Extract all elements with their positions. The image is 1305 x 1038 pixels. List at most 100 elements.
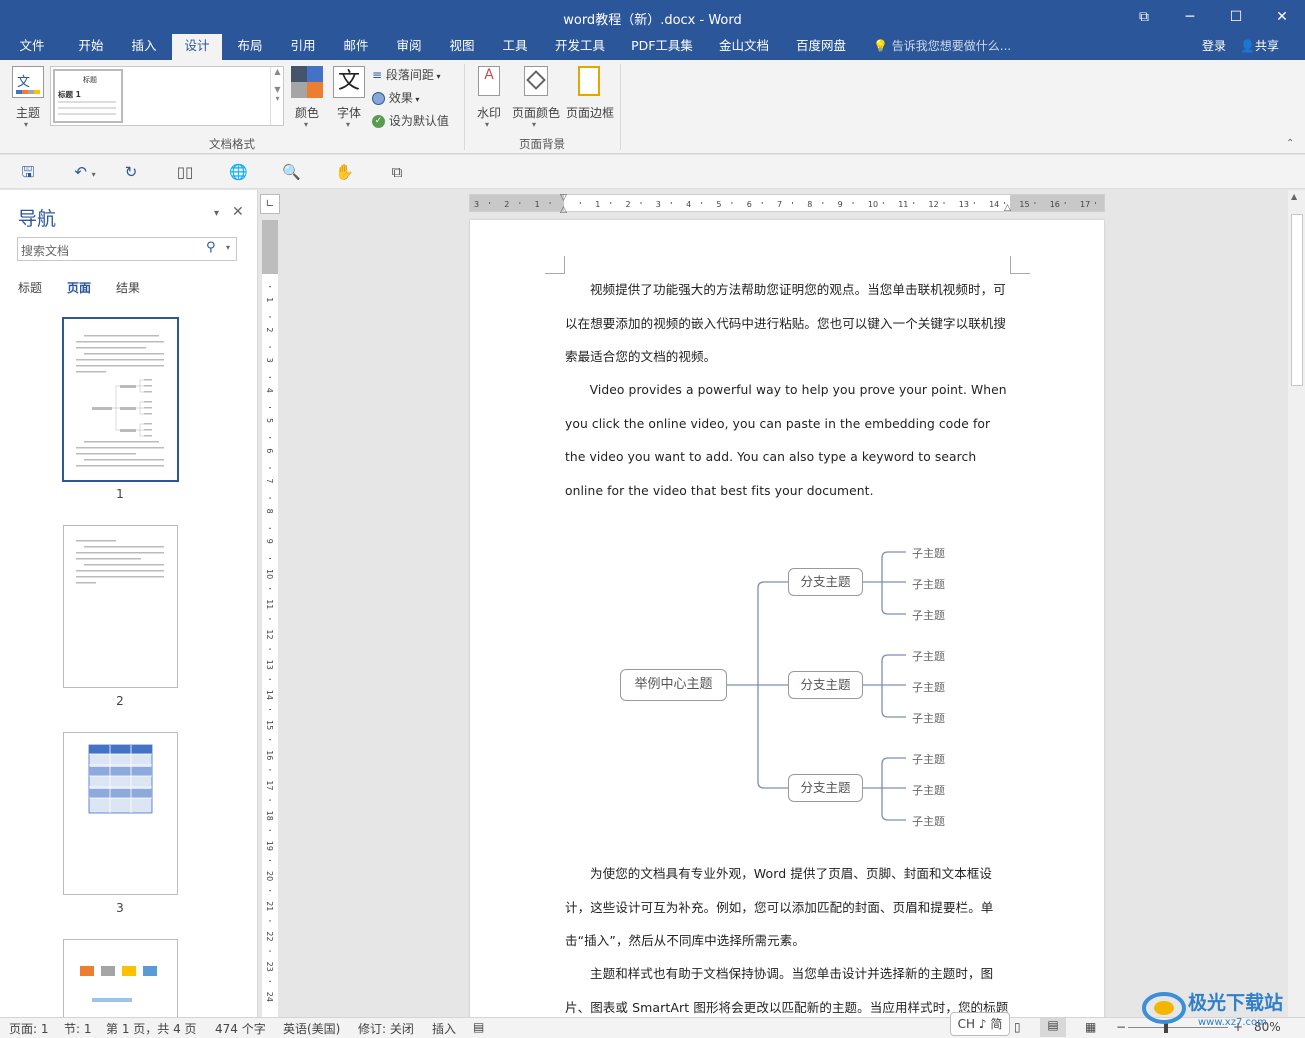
print-preview-icon[interactable]: 🔍 <box>282 163 301 181</box>
customize-icon[interactable]: ⧉ <box>388 163 406 181</box>
vertical-scrollbar[interactable]: ▲ <box>1288 190 1305 1017</box>
left-indent-marker[interactable]: △ <box>560 205 567 215</box>
ruler-tick <box>1095 202 1096 204</box>
svg-text:极光下载站: 极光下载站 <box>1188 991 1283 1014</box>
style-set-default[interactable]: 标题 标题 1 <box>53 69 123 123</box>
undo-icon[interactable]: ↶ ▾ <box>68 163 102 181</box>
page-thumbnail-1[interactable] <box>62 317 179 482</box>
nav-tab-results[interactable]: 结果 <box>116 279 140 296</box>
page-color-button[interactable]: 页面颜色 ▾ <box>510 66 562 129</box>
ruler-tick-label: 7 <box>777 200 782 209</box>
theme-icon: 文 <box>12 66 44 98</box>
mindmap-diagram[interactable]: 举例中心主题 分支主题 分支主题 分支主题 子主题 子主题 子主题 子主题 子主… <box>610 540 990 830</box>
search-input[interactable]: 搜索文档 ⚲ ▾ <box>17 237 237 261</box>
ruler-tick <box>269 407 271 408</box>
mindmap-leaf-node: 子主题 <box>912 712 945 725</box>
ruler-tick-label: 2 <box>265 327 274 332</box>
minimize-icon[interactable]: ─ <box>1167 0 1213 34</box>
tab-tools[interactable]: 工具 <box>491 34 539 60</box>
ruler-tick <box>882 202 884 204</box>
ribbon-display-icon[interactable]: ⧉ <box>1121 0 1167 34</box>
maximize-icon[interactable]: ☐ <box>1213 0 1259 34</box>
page-thumbnail-2[interactable] <box>63 525 178 688</box>
first-line-indent-marker[interactable]: ▽ <box>560 193 567 203</box>
tab-review[interactable]: 审阅 <box>385 34 433 60</box>
tab-kingsoft-docs[interactable]: 金山文档 <box>710 34 778 60</box>
tab-references[interactable]: 引用 <box>279 34 327 60</box>
page-thumbnail-4[interactable] <box>63 939 178 1017</box>
ruler-tick <box>269 346 271 348</box>
ruler-tick <box>269 467 271 469</box>
zoom-out-icon[interactable]: − <box>1116 1020 1126 1034</box>
login-link[interactable]: 登录 <box>1202 34 1226 58</box>
tab-home[interactable]: 开始 <box>66 34 116 60</box>
web-layout-view-icon[interactable]: ▦ <box>1085 1020 1096 1034</box>
status-track-changes[interactable]: 修订: 关闭 <box>358 1020 414 1037</box>
tab-design[interactable]: 设计 <box>172 34 222 60</box>
nav-tab-headings[interactable]: 标题 <box>18 279 42 296</box>
right-indent-marker[interactable]: △ <box>1004 203 1011 213</box>
ruler-tick-label: 4 <box>686 200 691 209</box>
status-insert-mode[interactable]: 插入 <box>432 1020 456 1037</box>
ime-indicator[interactable]: CH ♪ 简 <box>950 1012 1010 1036</box>
status-page-count[interactable]: 第 1 页，共 4 页 <box>106 1020 197 1037</box>
read-mode-view-icon[interactable]: ▯ <box>1014 1020 1021 1034</box>
status-word-count[interactable]: 474 个字 <box>215 1020 266 1037</box>
page-thumbnail-3[interactable] <box>63 732 178 895</box>
fonts-button[interactable]: 文 字体 ▾ <box>332 66 366 129</box>
page-border-button[interactable]: 页面边框 <box>564 66 616 126</box>
chevron-down-icon: ▾ <box>485 120 490 129</box>
web-layout-icon[interactable]: 🌐 <box>229 163 248 181</box>
print-layout-view-icon[interactable]: ▤ <box>1040 1018 1066 1037</box>
document-page[interactable]: 视频提供了功能强大的方法帮助您证明您的观点。当您单击联机视频时，可以在想要添加的… <box>470 220 1104 1020</box>
tab-view[interactable]: 视图 <box>438 34 486 60</box>
nav-options-icon[interactable]: ▾ <box>214 208 219 219</box>
tab-mailings[interactable]: 邮件 <box>332 34 380 60</box>
set-default-button[interactable]: ✓ 设为默认值 <box>372 112 449 132</box>
tell-me-box[interactable]: 💡 告诉我您想要做什么... <box>873 34 1011 60</box>
ruler-tick-label: 10 <box>868 200 878 209</box>
ruler-tick-label: 13 <box>959 200 969 209</box>
nav-tab-pages[interactable]: 页面 <box>67 279 91 296</box>
thumbnail-4-content <box>80 966 157 1002</box>
gallery-scroll[interactable]: ▲ ▼ ▾ <box>270 67 284 125</box>
status-page[interactable]: 页面: 1 <box>9 1020 49 1037</box>
share-button[interactable]: 👤共享 <box>1240 34 1279 58</box>
tab-file[interactable]: 文件 <box>10 34 54 60</box>
paragraph-spacing-button[interactable]: ≡ 段落间距 ▾ <box>372 66 440 86</box>
person-icon: 👤 <box>1240 39 1255 53</box>
ruler-tick-label: 22 <box>265 931 274 941</box>
tab-baidu-netdisk[interactable]: 百度网盘 <box>787 34 855 60</box>
style-gallery[interactable]: 标题 标题 1 ▲ ▼ ▾ <box>50 66 284 126</box>
read-mode-icon[interactable]: ▯▯ <box>176 163 194 181</box>
save-icon[interactable]: 🖫 <box>19 163 37 181</box>
chevron-down-icon[interactable]: ▾ <box>226 243 230 252</box>
palette-icon <box>291 66 323 98</box>
colors-button[interactable]: 颜色 ▾ <box>290 66 324 129</box>
watermark-button[interactable]: A 水印 ▾ <box>473 66 505 129</box>
collapse-ribbon-icon[interactable]: ⌃ <box>1286 138 1294 149</box>
chevron-down-icon: ▾ <box>24 120 29 129</box>
ruler-tick <box>269 558 271 559</box>
macro-record-icon[interactable]: ▤ <box>473 1020 484 1034</box>
scrollbar-thumb[interactable] <box>1291 214 1303 386</box>
ruler-tick-label: 15 <box>265 720 274 730</box>
effects-button[interactable]: 效果 ▾ <box>372 89 419 109</box>
ruler-tick-label: 19 <box>265 841 274 851</box>
redo-icon[interactable]: ↻ <box>122 163 140 181</box>
tab-insert[interactable]: 插入 <box>120 34 168 60</box>
tab-developer[interactable]: 开发工具 <box>546 34 614 60</box>
scroll-up-icon[interactable]: ▲ <box>1291 192 1297 201</box>
tab-pdf-tools[interactable]: PDF工具集 <box>624 34 700 60</box>
status-language[interactable]: 英语(美国) <box>283 1020 340 1037</box>
ruler-tick <box>670 202 672 204</box>
close-icon[interactable]: ✕ <box>232 204 244 220</box>
search-icon[interactable]: ⚲ <box>206 240 216 255</box>
status-section[interactable]: 节: 1 <box>64 1020 92 1037</box>
touch-mode-icon[interactable]: ✋ <box>335 163 354 181</box>
ruler-tick <box>269 950 271 952</box>
tab-selector-icon[interactable]: ∟ <box>260 194 280 214</box>
close-icon[interactable]: ✕ <box>1259 0 1305 34</box>
tab-layout[interactable]: 布局 <box>226 34 274 60</box>
theme-button[interactable]: 文 主题 ▾ <box>10 66 46 129</box>
